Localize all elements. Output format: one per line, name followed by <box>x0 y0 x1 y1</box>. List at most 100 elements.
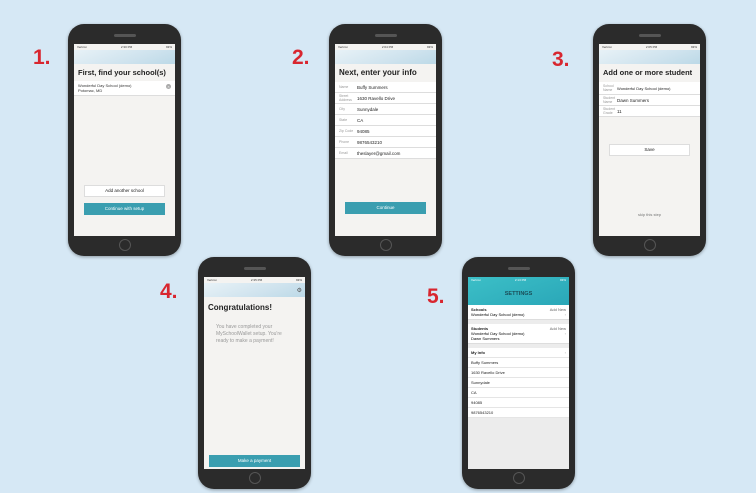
chevron-right-icon: › <box>564 350 566 355</box>
speaker <box>507 267 530 270</box>
field-label: Student Grade <box>603 107 616 115</box>
field-label: Email <box>339 151 348 155</box>
step-number-2: 2. <box>292 46 310 69</box>
students-section: Students Add New Wonderful Day School (d… <box>468 324 569 344</box>
field-value: 11 <box>617 108 622 114</box>
field-value: 9876543210 <box>357 139 383 145</box>
form-row-grade[interactable]: Student Grade 11 <box>599 106 700 117</box>
continue-button[interactable]: Continue <box>345 202 426 214</box>
form-row-phone[interactable]: Phone 9876543210 <box>335 137 436 148</box>
student-form: School Name Wonderful Day School (demo) … <box>599 82 700 117</box>
info-row: CA <box>468 388 569 398</box>
chevron-right-icon: › <box>564 331 566 336</box>
add-school-button[interactable]: Add another school <box>84 185 165 197</box>
schools-section: Schools Add New Wonderful Day School (de… <box>468 305 569 320</box>
field-label: School Name <box>603 84 614 92</box>
status-time: 2:30 PM <box>120 45 133 49</box>
add-student-link[interactable]: Add New <box>550 326 566 331</box>
battery-label: 93% <box>426 45 433 49</box>
phone-screen: Verizon 2:04 PM 93% Next, enter your inf… <box>335 44 436 236</box>
skip-link[interactable]: skip this step <box>599 212 700 217</box>
status-time: 2:04 PM <box>381 45 394 49</box>
speaker <box>374 34 397 37</box>
info-form: Name Buffy Summers Street Address 1630 R… <box>335 82 436 159</box>
home-button <box>512 472 525 484</box>
field-value: Dawn Summers <box>617 97 650 103</box>
field-value: 1630 Ravello Drive <box>357 95 396 101</box>
phone-step-3: Verizon 2:05 PM 93% Add one or more stud… <box>593 24 706 256</box>
phone-screen: Verizon 2:30 PM 93% First, find your sch… <box>74 44 175 236</box>
field-value: theslayer@gmail.com <box>357 150 401 156</box>
screen-title: First, find your school(s) <box>78 68 166 77</box>
school-location: Potomac, MD <box>78 88 103 93</box>
screen-title: Next, enter your info <box>339 68 417 77</box>
phone-screen: Verizon 2:05 PM 93% Add one or more stud… <box>599 44 700 236</box>
field-label: Student Name <box>603 96 616 104</box>
info-row: 1630 Ravello Drive <box>468 368 569 378</box>
completion-message: You have completed your MySchoolWallet s… <box>216 324 282 344</box>
step-number-5: 5. <box>427 285 445 308</box>
battery-label: 93% <box>559 278 566 282</box>
field-label: City <box>339 107 346 111</box>
form-row-zip[interactable]: Zip Code 94085 <box>335 126 436 137</box>
gear-icon[interactable]: ⚙ <box>297 287 302 294</box>
header-band <box>74 50 175 64</box>
battery-label: 93% <box>165 45 172 49</box>
screen-title: Add one or more student <box>603 68 693 77</box>
form-row-school[interactable]: School Name Wonderful Day School (demo) <box>599 82 700 95</box>
home-button <box>643 239 656 251</box>
status-bar: Verizon 2:13 PM 93% <box>468 277 569 283</box>
form-row-email[interactable]: Email theslayer@gmail.com <box>335 148 436 159</box>
my-info-header[interactable]: My Info › <box>468 348 569 358</box>
field-value: CA <box>357 117 364 123</box>
phone-screen: Verizon 2:13 PM 93% SETTINGS Schools Add… <box>468 277 569 469</box>
field-label: Name <box>339 85 349 89</box>
phone-step-1: Verizon 2:30 PM 93% First, find your sch… <box>68 24 181 256</box>
field-value: 94085 <box>357 128 370 134</box>
field-label: Street Address <box>339 94 352 102</box>
field-value: Sunnydale <box>357 106 379 112</box>
chevron-right-icon: › <box>564 312 566 317</box>
settings-header: Verizon 2:13 PM 93% SETTINGS <box>468 277 569 305</box>
header-band <box>599 50 700 64</box>
step-number-1: 1. <box>33 46 51 69</box>
form-row-street[interactable]: Street Address 1630 Ravello Drive <box>335 93 436 104</box>
phone-step-2: Verizon 2:04 PM 93% Next, enter your inf… <box>329 24 442 256</box>
header-band: ⚙ <box>204 283 305 297</box>
info-row: 9876543210 <box>468 408 569 418</box>
form-row-city[interactable]: City Sunnydale <box>335 104 436 115</box>
carrier-label: Verizon <box>338 45 349 49</box>
speaker <box>638 34 661 37</box>
remove-icon[interactable]: × <box>166 84 171 89</box>
continue-setup-button[interactable]: Continue with setup <box>84 203 165 215</box>
make-payment-button[interactable]: Make a payment <box>209 455 300 467</box>
add-school-link[interactable]: Add New <box>550 307 566 312</box>
carrier-label: Verizon <box>602 45 613 49</box>
settings-title: SETTINGS <box>504 291 533 297</box>
info-row: Sunnydale <box>468 378 569 388</box>
school-list-item[interactable]: Wonderful Day School (demo) Potomac, MD … <box>74 81 175 96</box>
field-label: Zip Code <box>339 129 354 133</box>
home-button <box>118 239 131 251</box>
screen-title: Congratulations! <box>208 303 272 312</box>
header-band <box>335 50 436 64</box>
speaker <box>113 34 136 37</box>
form-row-name[interactable]: Name Buffy Summers <box>335 82 436 93</box>
school-item[interactable]: Wonderful Day School (demo) › <box>471 312 566 317</box>
phone-screen: Verizon 2:35 PM 93% ⚙ Congratulations! Y… <box>204 277 305 469</box>
status-time: 2:05 PM <box>645 45 658 49</box>
field-label: Phone <box>339 140 350 144</box>
step-number-4: 4. <box>160 280 178 303</box>
home-button <box>379 239 392 251</box>
carrier-label: Verizon <box>77 45 88 49</box>
save-button[interactable]: Save <box>609 144 690 156</box>
step-number-3: 3. <box>552 48 570 71</box>
form-row-state[interactable]: State CA <box>335 115 436 126</box>
carrier-label: Verizon <box>471 278 482 282</box>
home-button <box>248 472 261 484</box>
field-value: Buffy Summers <box>357 84 388 90</box>
my-info-label: My Info <box>471 350 485 355</box>
info-row: 94085 <box>468 398 569 408</box>
form-row-student[interactable]: Student Name Dawn Summers <box>599 95 700 106</box>
info-row: Buffy Summers <box>468 358 569 368</box>
